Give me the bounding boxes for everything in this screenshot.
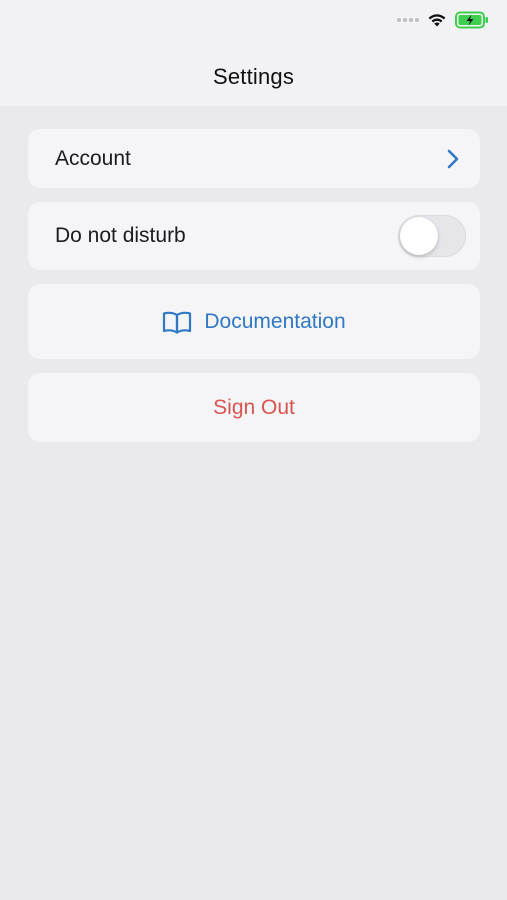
- do-not-disturb-label: Do not disturb: [55, 224, 186, 247]
- toggle-knob: [400, 217, 438, 255]
- battery-charging-icon: [455, 11, 488, 29]
- documentation-label: Documentation: [204, 309, 346, 333]
- sign-out-label: Sign Out: [213, 395, 295, 419]
- documentation-button[interactable]: Documentation: [28, 284, 480, 359]
- wifi-icon: [428, 14, 446, 27]
- chevron-right-icon: [447, 149, 459, 168]
- do-not-disturb-row: Do not disturb: [28, 202, 480, 270]
- navigation-bar: Settings: [0, 0, 507, 106]
- status-bar: [397, 10, 489, 30]
- do-not-disturb-toggle[interactable]: [398, 215, 466, 257]
- cellular-signal-icon: [397, 18, 419, 22]
- page-title: Settings: [212, 64, 295, 89]
- account-row[interactable]: Account: [28, 129, 480, 188]
- book-icon: [163, 311, 192, 334]
- account-label: Account: [55, 146, 131, 170]
- sign-out-button[interactable]: Sign Out: [28, 373, 480, 442]
